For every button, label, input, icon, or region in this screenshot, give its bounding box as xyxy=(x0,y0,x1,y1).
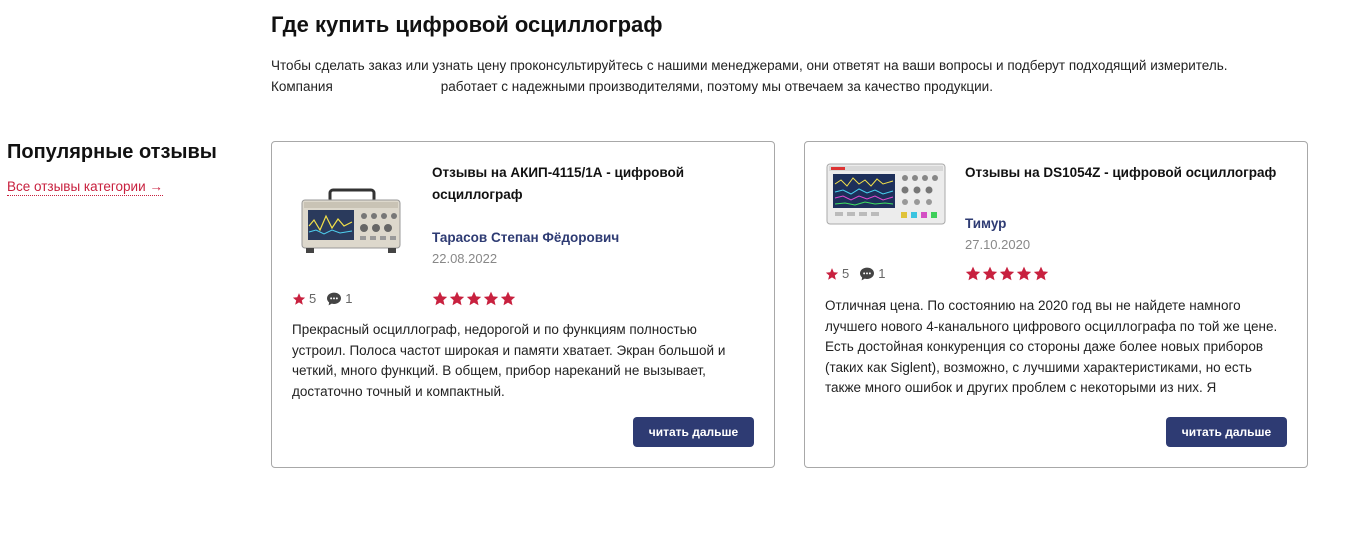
buy-section-text: Чтобы сделать заказ или узнать цену прок… xyxy=(271,55,1291,97)
rating-value: 5 xyxy=(309,291,317,306)
rating-value: 5 xyxy=(842,266,850,281)
review-text: Прекрасный осциллограф, недорогой и по ф… xyxy=(292,322,726,399)
oscilloscope-image[interactable] xyxy=(300,186,404,258)
read-more-button[interactable]: читать дальше xyxy=(633,417,754,447)
comment-icon xyxy=(326,292,342,306)
read-more-button[interactable]: читать дальше xyxy=(1166,417,1287,447)
star-icon xyxy=(483,291,499,306)
buy-text-line2-end: работает с надежными производителями, по… xyxy=(440,79,993,94)
star-icon xyxy=(825,267,839,281)
comment-icon xyxy=(859,267,875,281)
comment-count: 1 xyxy=(878,266,886,281)
star-icon xyxy=(292,292,306,306)
star-icon xyxy=(466,291,482,306)
review-date: 22.08.2022 xyxy=(432,251,498,266)
review-author: Тимур xyxy=(965,216,1007,231)
buy-section-title: Где купить цифровой осциллограф xyxy=(271,12,663,37)
oscilloscope-image[interactable] xyxy=(825,160,947,230)
star-icon xyxy=(500,291,516,306)
review-stats: 5 1 xyxy=(825,266,895,281)
review-title[interactable]: Отзывы на АКИП-4115/1А - цифровой осцилл… xyxy=(432,162,752,206)
popular-reviews-title: Популярные отзывы xyxy=(7,141,217,163)
star-icon xyxy=(1033,266,1049,281)
star-icon xyxy=(999,266,1015,281)
star-rating xyxy=(965,266,1049,281)
star-rating xyxy=(432,291,516,306)
review-text: Отличная цена. По состоянию на 2020 год … xyxy=(825,298,1278,395)
review-card: Отзывы на DS1054Z - цифровой осциллограф… xyxy=(804,141,1308,468)
buy-text-line1: Чтобы сделать заказ или узнать цену прок… xyxy=(271,58,1228,73)
star-icon xyxy=(449,291,465,306)
review-title[interactable]: Отзывы на DS1054Z - цифровой осциллограф xyxy=(965,162,1285,184)
star-icon xyxy=(432,291,448,306)
all-category-reviews-link[interactable]: Все отзывы категории → xyxy=(7,179,163,196)
comment-count: 1 xyxy=(345,291,353,306)
review-author: Тарасов Степан Фёдорович xyxy=(432,230,620,245)
review-stats: 5 1 xyxy=(292,291,362,306)
star-icon xyxy=(1016,266,1032,281)
review-card: Отзывы на АКИП-4115/1А - цифровой осцилл… xyxy=(271,141,775,468)
review-date: 27.10.2020 xyxy=(965,237,1031,252)
star-icon xyxy=(965,266,981,281)
buy-text-line2-start: Компания xyxy=(271,79,333,94)
star-icon xyxy=(982,266,998,281)
